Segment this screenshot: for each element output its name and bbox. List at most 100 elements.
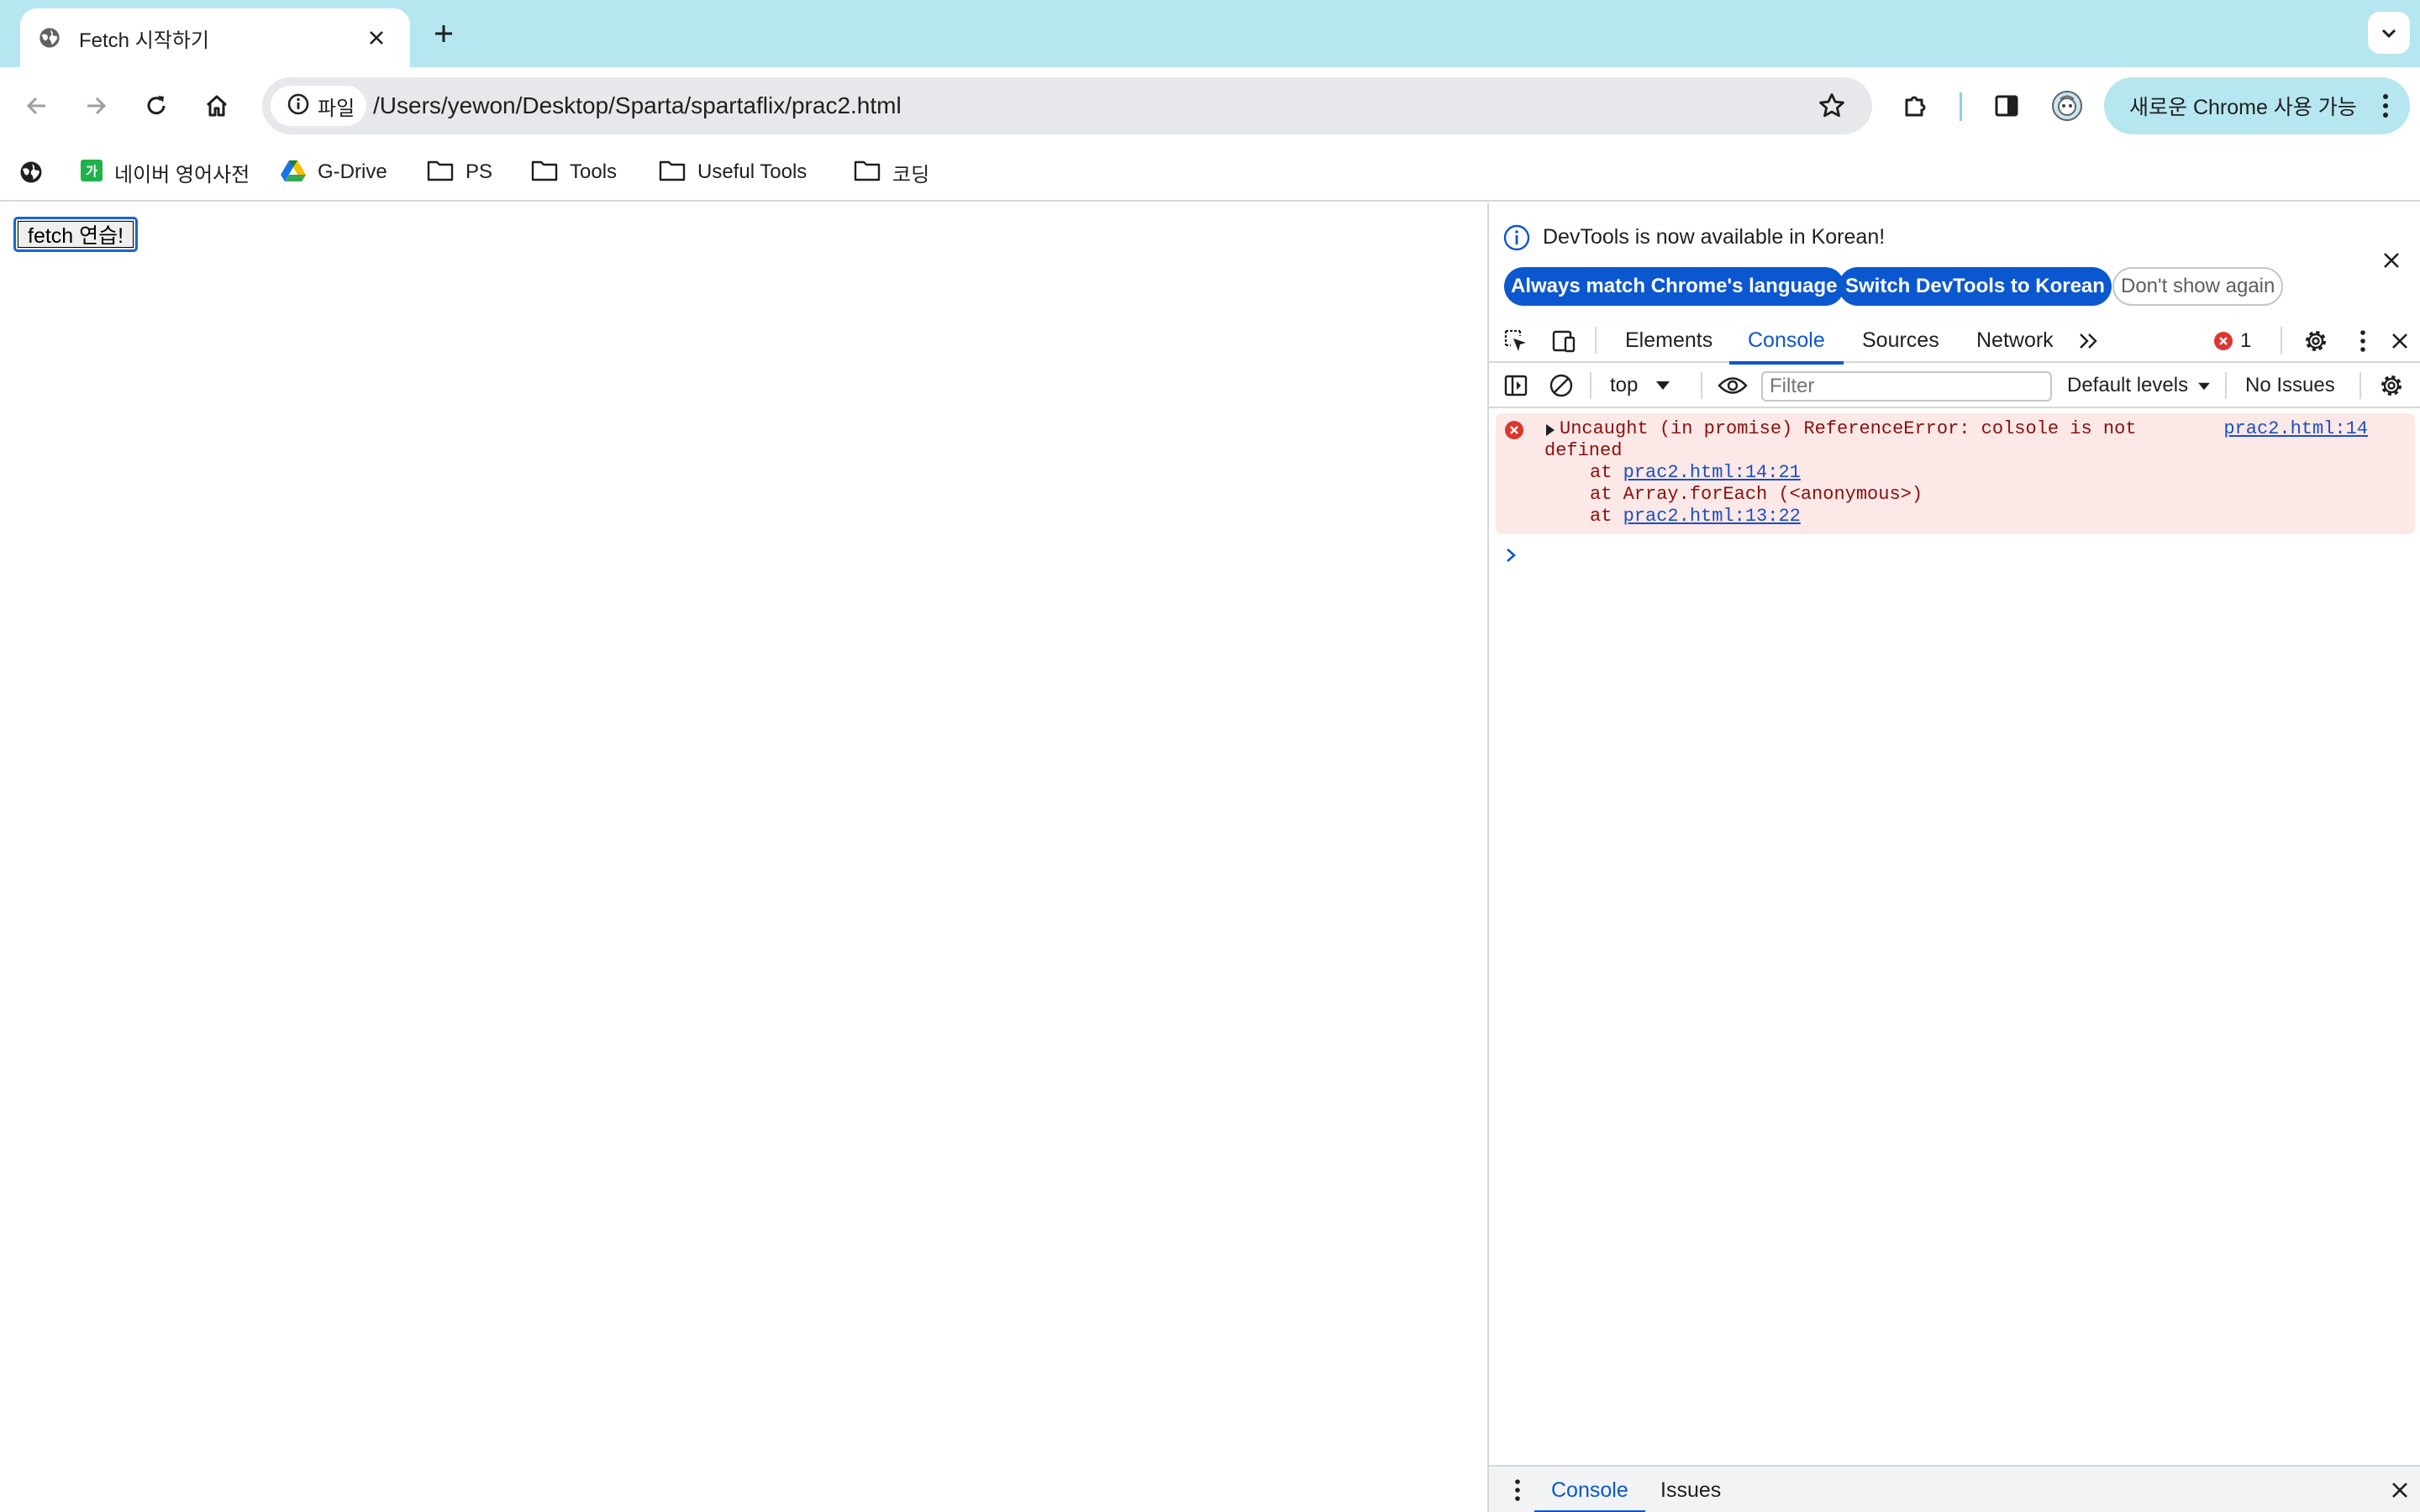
- drawer-more-vert-icon[interactable]: [1501, 1473, 1534, 1507]
- devtools-drawer: Console Issues: [1489, 1465, 2420, 1512]
- console-prompt-chevron-icon[interactable]: [1502, 543, 1519, 568]
- more-tabs-chevron-icon[interactable]: [2072, 324, 2106, 358]
- close-drawer-icon[interactable]: [2383, 1473, 2417, 1507]
- bookmark-naver-dict[interactable]: 가 네이버 영어사전: [81, 144, 250, 200]
- error-text-line1: Uncaught (in promise) ReferenceError: co…: [1560, 418, 2137, 439]
- chrome-update-label: 새로운 Chrome 사용 가능: [2129, 96, 2357, 119]
- log-levels-label: Default levels: [2067, 374, 2189, 396]
- extensions-icon[interactable]: [1897, 87, 1934, 124]
- back-icon[interactable]: [18, 87, 55, 124]
- forward-icon[interactable]: [77, 87, 114, 124]
- tab-search-icon[interactable]: [2368, 12, 2410, 54]
- side-panel-icon[interactable]: [1988, 87, 2025, 124]
- bookmarks-bar: 가 네이버 영어사전 G-Drive PS Tools Useful Tools…: [0, 144, 2420, 202]
- chrome-update-button[interactable]: 새로운 Chrome 사용 가능: [2104, 77, 2410, 134]
- browser-toolbar: 파일 /Users/yewon/Desktop/Sparta/spartafli…: [0, 67, 2420, 144]
- info-icon: [1503, 224, 1530, 251]
- infobar-message: DevTools is now available in Korean!: [1543, 225, 1886, 249]
- toolbar-divider: [2360, 372, 2361, 399]
- more-vert-icon: [2373, 89, 2398, 123]
- home-icon[interactable]: [198, 87, 235, 124]
- tab-strip: Fetch 시작하기: [0, 0, 2420, 67]
- bookmark-label: Tools: [570, 160, 618, 183]
- bookmark-folder-coding[interactable]: 코딩: [854, 144, 929, 200]
- bookmark-folder-ps[interactable]: PS: [427, 144, 492, 200]
- toolbar-divider: [2225, 372, 2227, 399]
- inspect-element-icon[interactable]: [1499, 324, 1533, 358]
- toolbar-divider: [2281, 327, 2282, 354]
- console-settings-gear-icon[interactable]: [2375, 369, 2408, 402]
- drawer-tab-console[interactable]: Console: [1534, 1467, 1645, 1512]
- switch-to-korean-button[interactable]: Switch DevTools to Korean: [1839, 267, 2112, 306]
- tab-sources[interactable]: Sources: [1862, 318, 1939, 363]
- bookmark-label: PS: [466, 160, 493, 183]
- bookmark-star-icon[interactable]: [1815, 89, 1849, 123]
- sidebar-toggle-icon[interactable]: [1499, 369, 1533, 402]
- toolbar-divider: [1595, 327, 1597, 354]
- profile-avatar[interactable]: [2049, 87, 2086, 124]
- bookmark-label: G-Drive: [318, 160, 387, 183]
- stack-frame-link[interactable]: prac2.html:13:22: [1623, 506, 1801, 527]
- tab-network[interactable]: Network: [1976, 318, 2054, 363]
- stack-frame-link[interactable]: prac2.html:14:21: [1623, 462, 1801, 483]
- bookmark-folder-useful-tools[interactable]: Useful Tools: [659, 144, 807, 200]
- always-match-language-button[interactable]: Always match Chrome's language: [1504, 267, 1844, 306]
- apps-globe-icon[interactable]: [18, 144, 44, 200]
- tab-title: Fetch 시작하기: [79, 29, 210, 52]
- error-icon: [2214, 332, 2233, 350]
- drawer-tab-issues[interactable]: Issues: [1660, 1467, 1721, 1512]
- language-infobar: DevTools is now available in Korean! Alw…: [1489, 203, 2420, 314]
- console-error-message: Uncaught (in promise) ReferenceError: co…: [1496, 413, 2415, 534]
- filter-input[interactable]: [1761, 371, 2052, 402]
- tab-elements[interactable]: Elements: [1625, 318, 1712, 363]
- site-info-label: 파일: [318, 97, 355, 120]
- devtools-tab-bar: Elements Console Sources Network 1: [1489, 318, 2420, 365]
- tab-console[interactable]: Console: [1729, 318, 1844, 365]
- folder-icon: [854, 160, 881, 186]
- naver-dict-icon: 가: [81, 159, 103, 186]
- dropdown-arrow-icon: [2197, 382, 2210, 391]
- stack-frame: at prac2.html:14:21: [1590, 462, 1801, 483]
- browser-tab[interactable]: Fetch 시작하기: [20, 8, 410, 67]
- url-text[interactable]: /Users/yewon/Desktop/Sparta/spartaflix/p…: [373, 77, 902, 134]
- fetch-practice-button[interactable]: fetch 연습!: [13, 217, 139, 252]
- error-source-link[interactable]: prac2.html:14: [2223, 418, 2368, 440]
- bookmark-g-drive[interactable]: G-Drive: [281, 144, 387, 200]
- live-expression-eye-icon[interactable]: [1716, 369, 1749, 402]
- log-levels-dropdown[interactable]: Default levels: [2067, 363, 2211, 408]
- close-devtools-icon[interactable]: [2383, 324, 2417, 358]
- site-info-chip[interactable]: 파일: [271, 86, 366, 126]
- address-bar[interactable]: 파일 /Users/yewon/Desktop/Sparta/spartafli…: [262, 77, 1872, 134]
- clear-console-icon[interactable]: [1544, 369, 1578, 402]
- error-icon: [1505, 421, 1523, 439]
- issues-counter[interactable]: No Issues: [2245, 363, 2335, 408]
- error-text-line2: defined: [1544, 440, 1623, 461]
- settings-gear-icon[interactable]: [2299, 324, 2333, 358]
- devtools-panel: DevTools is now available in Korean! Alw…: [1487, 203, 2420, 1512]
- reload-icon[interactable]: [138, 87, 175, 124]
- bookmark-folder-tools[interactable]: Tools: [531, 144, 617, 200]
- more-vert-icon[interactable]: [2346, 324, 2380, 358]
- svg-text:가: 가: [86, 164, 97, 179]
- folder-icon: [531, 160, 558, 186]
- bookmark-label: 코딩: [892, 163, 930, 186]
- dont-show-again-button[interactable]: Don't show again: [2112, 267, 2284, 306]
- folder-icon: [659, 160, 686, 186]
- google-drive-icon: [281, 160, 306, 186]
- folder-icon: [427, 160, 454, 186]
- expand-triangle-icon[interactable]: [1544, 423, 1556, 437]
- stack-frame: at prac2.html:13:22: [1590, 506, 1801, 527]
- console-toolbar: top Default levels No Issues: [1489, 363, 2420, 408]
- device-toolbar-icon[interactable]: [1546, 324, 1580, 358]
- error-count-badge[interactable]: 1: [2213, 324, 2270, 358]
- close-tab-icon[interactable]: [361, 23, 392, 53]
- context-selector[interactable]: top: [1610, 363, 1670, 408]
- stack-frame: at Array.forEach (<anonymous>): [1590, 484, 1923, 505]
- toolbar-divider: [1756, 372, 1758, 399]
- error-count: 1: [2240, 329, 2252, 352]
- toolbar-divider: [1701, 372, 1702, 399]
- new-tab-icon[interactable]: [427, 17, 460, 50]
- close-icon[interactable]: [2376, 245, 2407, 276]
- page-viewport: fetch 연습!: [0, 203, 1487, 1512]
- dropdown-arrow-icon: [1656, 381, 1670, 390]
